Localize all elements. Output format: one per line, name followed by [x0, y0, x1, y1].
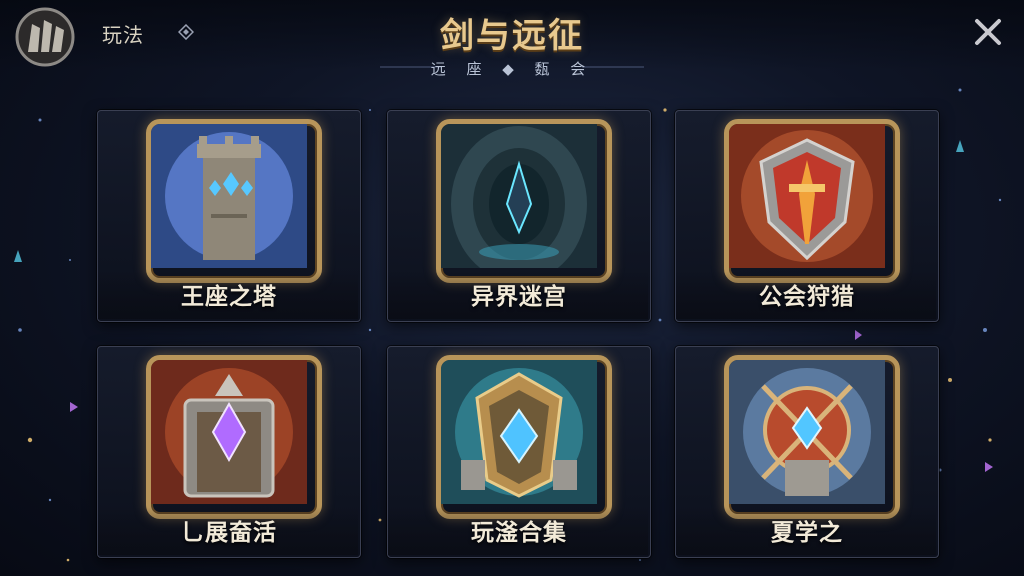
crystal-gate-icon — [151, 360, 307, 504]
card-event-four[interactable]: 乚展奤活 — [97, 346, 361, 558]
tower-icon — [151, 124, 307, 268]
blue-gem-armor-icon — [441, 360, 597, 504]
card-label: 异界迷宫 — [471, 284, 567, 310]
card-label: 乚展奤活 — [181, 520, 277, 546]
card-guild-hunt[interactable]: 公会狩猎 — [675, 110, 939, 322]
card-label: 夏学之 — [771, 520, 843, 546]
page-title: 剑与远征 — [440, 16, 584, 56]
card-tower-of-throne[interactable]: 王座之塔 — [97, 110, 361, 322]
page-subtitle: 远 座 ◆ 瓾 会 — [430, 60, 594, 78]
card-frame — [146, 119, 322, 283]
card-gameplay-collection[interactable]: 玩滏合集 — [387, 346, 651, 558]
card-frame — [436, 355, 612, 519]
subtitle-wrap: 远 座 ◆ 瓾 会 — [380, 58, 644, 78]
close-icon[interactable] — [970, 14, 1006, 50]
crystal-portal-icon — [441, 124, 597, 268]
card-label: 玩滏合集 — [471, 520, 567, 546]
card-label: 公会狩猎 — [759, 284, 855, 310]
card-frame — [724, 119, 900, 283]
card-frame — [146, 355, 322, 519]
knight-crossbow-icon — [729, 360, 885, 504]
card-otherworld-maze[interactable]: 异界迷宫 — [387, 110, 651, 322]
card-event-six[interactable]: 夏学之 — [675, 346, 939, 558]
card-frame — [436, 119, 612, 283]
card-label: 王座之塔 — [181, 284, 277, 310]
sword-shield-icon — [729, 124, 885, 268]
card-frame — [724, 355, 900, 519]
